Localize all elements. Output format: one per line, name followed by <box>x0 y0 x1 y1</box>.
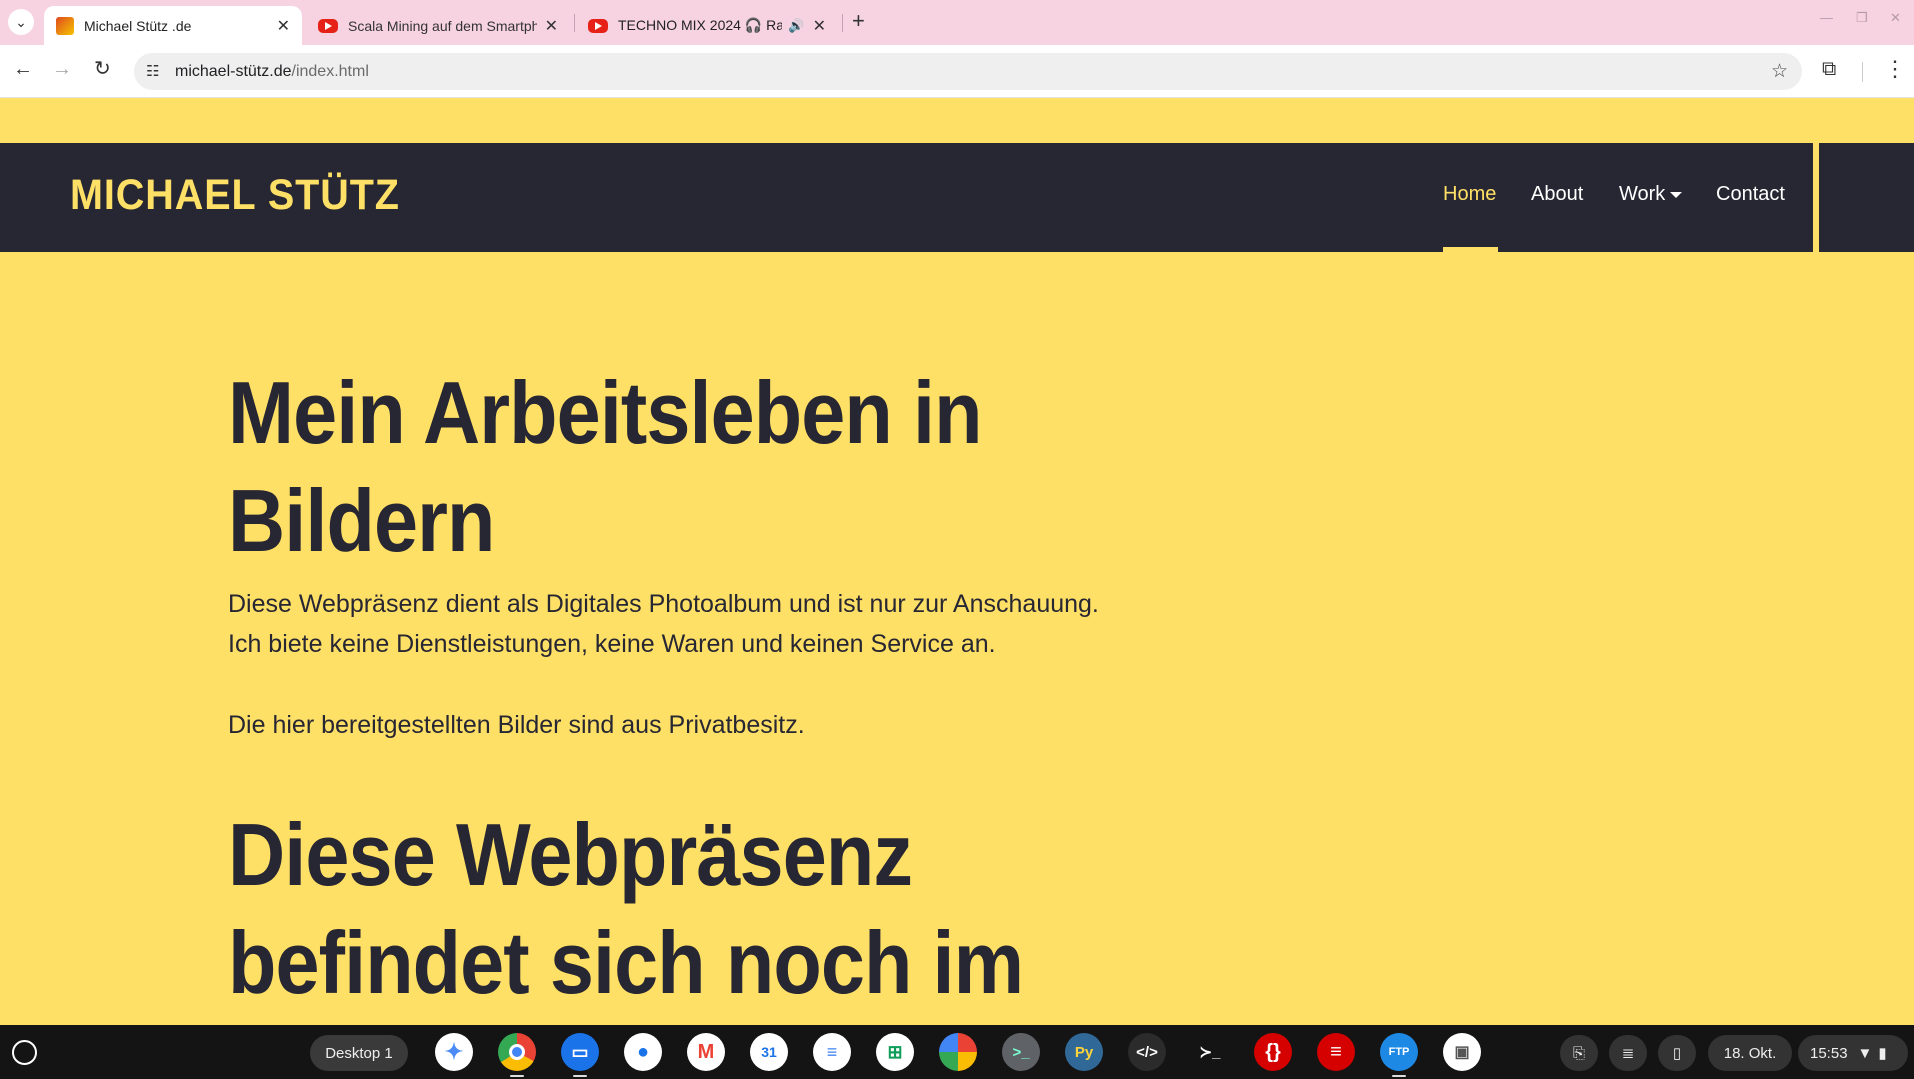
python-icon[interactable]: Py <box>1065 1033 1103 1071</box>
reload-icon[interactable]: ↻ <box>94 59 111 79</box>
shell-icon[interactable]: ≻_ <box>1191 1033 1229 1071</box>
close-tab-icon[interactable]: ✕ <box>813 16 826 36</box>
code-icon[interactable]: </> <box>1128 1033 1166 1071</box>
nav-contact[interactable]: Contact <box>1716 183 1785 206</box>
main-heading-line: Bildern <box>228 471 495 570</box>
tab-title: Scala Mining auf dem Smartph <box>348 17 537 34</box>
youtube-favicon-icon <box>588 18 608 33</box>
close-window-icon[interactable]: ✕ <box>1890 10 1901 26</box>
more-menu-icon[interactable]: ⋮ <box>1884 56 1906 82</box>
minimize-icon[interactable]: — <box>1820 10 1833 25</box>
nav-about[interactable]: About <box>1531 183 1583 206</box>
url-text[interactable]: michael-stütz.de/index.html <box>175 63 369 81</box>
wifi-icon: ▼ <box>1857 1044 1873 1062</box>
photos-icon[interactable] <box>939 1033 977 1071</box>
nav-home[interactable]: Home <box>1443 183 1496 206</box>
tab-separator <box>574 14 575 32</box>
files-icon[interactable]: ▭ <box>561 1033 599 1071</box>
privacy-paragraph: Die hier bereitgestellten Bilder sind au… <box>228 711 805 739</box>
nav-work[interactable]: Work <box>1619 183 1683 206</box>
json-icon[interactable]: {} <box>1254 1033 1292 1071</box>
date-tray[interactable]: 18. Okt. <box>1708 1035 1792 1071</box>
toolbar-divider <box>1862 62 1863 82</box>
clock-time: 15:53 <box>1810 1044 1848 1062</box>
audio-playing-icon[interactable]: 🔊 <box>788 18 804 34</box>
sheets-icon[interactable]: ⊞ <box>876 1033 914 1071</box>
url-host: michael-stütz.de <box>175 63 292 80</box>
extensions-puzzle-icon[interactable]: ⧉ <box>1822 58 1836 81</box>
back-arrow-icon[interactable]: ← <box>13 59 33 79</box>
tab-strip: ⌄ Michael Stütz .de ✕ Scala Mining auf d… <box>0 0 1914 45</box>
web-page: MICHAEL STÜTZ Home About Work Contact Me… <box>0 98 1914 1025</box>
calendar-icon[interactable]: 31 <box>750 1033 788 1071</box>
screen-capture-icon[interactable]: ⎘ <box>1560 1035 1598 1071</box>
site-info-icon[interactable]: ☷ <box>146 62 159 80</box>
tab-separator <box>842 14 843 32</box>
tab-michael-stuetz[interactable]: Michael Stütz .de ✕ <box>44 6 302 45</box>
maximize-icon[interactable]: ❐ <box>1856 10 1868 26</box>
site-navbar: MICHAEL STÜTZ Home About Work Contact <box>0 143 1914 252</box>
new-tab-plus-icon[interactable]: + <box>852 8 865 34</box>
main-heading: Mein Arbeitsleben in Bildern <box>228 359 1218 575</box>
docs-icon[interactable]: ≡ <box>813 1033 851 1071</box>
desk-button[interactable]: Desktop 1 <box>310 1035 408 1071</box>
running-indicator <box>573 1075 587 1077</box>
close-tab-icon[interactable]: ✕ <box>545 16 558 36</box>
close-tab-icon[interactable]: ✕ <box>277 16 290 36</box>
battery-icon: ▮ <box>1878 1045 1887 1062</box>
tab-title: TECHNO MIX 2024 🎧 Rav <box>618 17 783 33</box>
terminal-icon[interactable]: >_ <box>1002 1033 1040 1071</box>
secondary-heading-line: Diese Webpräsenz <box>228 805 913 904</box>
secondary-heading: Diese Webpräsenz befindet sich noch im <box>228 801 1218 1017</box>
nav-work-label: Work <box>1619 183 1666 205</box>
launcher-icon[interactable] <box>12 1040 37 1065</box>
navbar-gap <box>1813 143 1819 252</box>
media-playlist-icon[interactable]: ≣ <box>1609 1035 1647 1071</box>
status-tray[interactable]: 15:53 ▼ ▮ <box>1798 1035 1908 1071</box>
phone-hub-icon[interactable]: ▯ <box>1658 1035 1696 1071</box>
site-brand[interactable]: MICHAEL STÜTZ <box>70 171 400 220</box>
intro-paragraph: Diese Webpräsenz dient als Digitales Pho… <box>228 584 1099 664</box>
running-indicator <box>1392 1075 1406 1077</box>
running-indicator <box>510 1075 524 1077</box>
tab-title: Michael Stütz .de <box>84 17 192 34</box>
bookmark-star-icon[interactable]: ☆ <box>1771 60 1788 83</box>
main-heading-line: Mein Arbeitsleben in <box>228 363 982 462</box>
caret-down-icon <box>1670 191 1683 198</box>
address-bar[interactable]: ☷ michael-stütz.de/index.html ☆ <box>134 53 1802 90</box>
chrome-icon[interactable] <box>498 1033 536 1071</box>
secondary-heading-line: befindet sich noch im <box>228 913 1024 1012</box>
browser-toolbar: ← → ↻ ☷ michael-stütz.de/index.html ☆ ⧉ … <box>0 45 1914 98</box>
tab-scala-mining[interactable]: Scala Mining auf dem Smartph ✕ <box>306 6 570 45</box>
gallery-icon[interactable]: ▣ <box>1443 1033 1481 1071</box>
intro-line: Diese Webpräsenz dient als Digitales Pho… <box>228 590 1099 618</box>
messages-icon[interactable]: ● <box>624 1033 662 1071</box>
url-path: /index.html <box>291 63 369 80</box>
youtube-favicon-icon <box>318 18 338 33</box>
gemini-icon[interactable]: ✦ <box>435 1033 473 1071</box>
intro-line: Ich biete keine Dienstleistungen, keine … <box>228 630 996 658</box>
tab-techno-mix[interactable]: TECHNO MIX 2024 🎧 Rav 🔊 ✕ <box>576 6 838 45</box>
forward-arrow-icon[interactable]: → <box>52 59 72 79</box>
tab-search-chevron-icon[interactable]: ⌄ <box>8 9 34 35</box>
ftp-icon[interactable]: FTP <box>1380 1033 1418 1071</box>
site-favicon-icon <box>56 16 74 35</box>
gmail-icon[interactable]: M <box>687 1033 725 1071</box>
text-icon[interactable]: ≡ <box>1317 1033 1355 1071</box>
active-nav-indicator <box>1443 247 1498 252</box>
os-shelf: Desktop 1 ✦ ▭ ● M 31 ≡ ⊞ >_ Py </> ≻_ {}… <box>0 1025 1914 1079</box>
